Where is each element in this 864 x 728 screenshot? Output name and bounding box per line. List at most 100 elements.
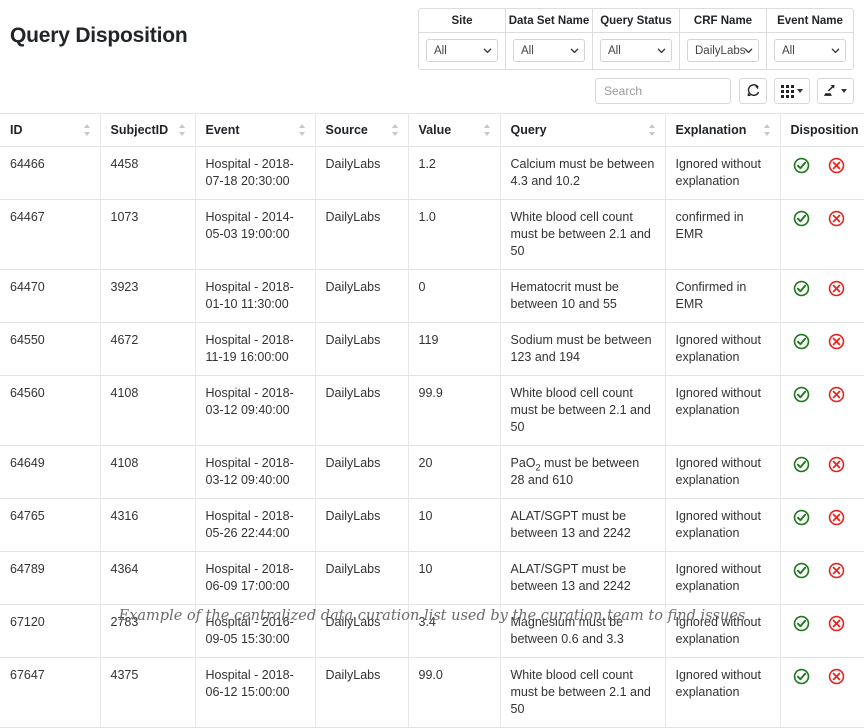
reject-button[interactable] — [828, 157, 845, 174]
column-header-subjectid[interactable]: SubjectID — [100, 113, 196, 147]
cell-source: DailyLabs — [315, 269, 409, 323]
cell-id: 64560 — [0, 375, 101, 446]
reject-button[interactable] — [828, 333, 845, 350]
accept-button[interactable] — [793, 333, 810, 350]
cell-event: Hospital - 2018-11-19 16:00:00 — [195, 322, 316, 376]
filter-select-wrapper: All — [767, 33, 853, 69]
check-circle-icon[interactable] — [793, 668, 810, 685]
table-row: 64550 4672 Hospital - 2018-11-19 16:00:00 D… — [0, 322, 864, 376]
column-header-explanation[interactable]: Explanation — [665, 113, 781, 147]
check-circle-icon[interactable] — [793, 210, 810, 227]
x-circle-icon[interactable] — [828, 668, 845, 685]
filter-column-crf-name: CRF Name DailyLabs — [680, 9, 767, 69]
check-circle-icon[interactable] — [793, 280, 810, 297]
filter-label: CRF Name — [680, 9, 766, 33]
reject-button[interactable] — [828, 210, 845, 227]
column-header-query[interactable]: Query — [500, 113, 666, 147]
reject-button[interactable] — [828, 386, 845, 403]
filter-selected-value: All — [521, 44, 534, 57]
reject-button[interactable] — [828, 668, 845, 685]
table-row: 67647 4375 Hospital - 2018-06-12 15:00:00 D… — [0, 657, 864, 728]
accept-button[interactable] — [793, 456, 810, 473]
column-header-disposition: Disposition — [780, 113, 864, 147]
accept-button[interactable] — [793, 280, 810, 297]
disposition-actions — [793, 508, 855, 526]
table-row: 64467 1073 Hospital - 2014-05-03 19:00:00 D… — [0, 199, 864, 270]
cell-event: Hospital - 2018-01-10 11:30:00 — [195, 269, 316, 323]
disposition-actions — [793, 332, 855, 350]
cell-id: 64649 — [0, 445, 101, 499]
cell-value: 10 — [408, 498, 501, 552]
cell-value: 10 — [408, 551, 501, 605]
chevron-down-icon — [744, 48, 753, 53]
x-circle-icon[interactable] — [828, 509, 845, 526]
reject-button[interactable] — [828, 280, 845, 297]
column-header-event[interactable]: Event — [195, 113, 316, 147]
column-header-value[interactable]: Value — [408, 113, 501, 147]
table-toolbar: refresh-icon — [595, 78, 854, 104]
filter-select-event-name[interactable]: All — [774, 39, 846, 62]
x-circle-icon[interactable] — [828, 456, 845, 473]
filter-selected-value: DailyLabs — [695, 44, 746, 57]
x-circle-icon[interactable] — [828, 157, 845, 174]
reject-button[interactable] — [828, 456, 845, 473]
check-circle-icon[interactable] — [793, 562, 810, 579]
cell-event: Hospital - 2018-06-09 17:00:00 — [195, 551, 316, 605]
filter-select-wrapper: All — [419, 33, 505, 69]
filter-select-wrapper: All — [593, 33, 679, 69]
cell-subject-id: 4364 — [100, 551, 196, 605]
cell-id: 64550 — [0, 322, 101, 376]
x-circle-icon[interactable] — [828, 333, 845, 350]
table-row: 64649 4108 Hospital - 2018-03-12 09:40:00 D… — [0, 445, 864, 499]
search-input[interactable] — [595, 78, 731, 104]
cell-id: 64466 — [0, 146, 101, 200]
check-circle-icon[interactable] — [793, 157, 810, 174]
x-circle-icon[interactable] — [828, 562, 845, 579]
cell-disposition — [780, 551, 864, 605]
check-circle-icon[interactable] — [793, 386, 810, 403]
filter-select-query-status[interactable]: All — [600, 39, 672, 62]
cell-disposition — [780, 657, 864, 728]
accept-button[interactable] — [793, 157, 810, 174]
table-row: 64789 4364 Hospital - 2018-06-09 17:00:00 D… — [0, 551, 864, 605]
accept-button[interactable] — [793, 562, 810, 579]
check-circle-icon[interactable] — [793, 456, 810, 473]
cell-event: Hospital - 2018-07-18 20:30:00 — [195, 146, 316, 200]
cell-event: Hospital - 2018-06-12 15:00:00 — [195, 657, 316, 728]
table-row: 64560 4108 Hospital - 2018-03-12 09:40:00 D… — [0, 375, 864, 446]
cell-event: Hospital - 2014-05-03 19:00:00 — [195, 199, 316, 270]
figure-caption: Example of the centralized data curation… — [118, 608, 746, 624]
cell-subject-id: 4458 — [100, 146, 196, 200]
accept-button[interactable] — [793, 509, 810, 526]
x-circle-icon[interactable] — [828, 210, 845, 227]
column-header-label: Explanation — [675, 123, 747, 137]
query-table-container: ID SubjectID Event Source Value Query Explanat… — [0, 113, 864, 728]
filter-select-data-set-name[interactable]: All — [513, 39, 585, 62]
cell-event: Hospital - 2018-03-12 09:40:00 — [195, 375, 316, 446]
x-circle-icon[interactable] — [828, 386, 845, 403]
accept-button[interactable] — [793, 386, 810, 403]
accept-button[interactable] — [793, 210, 810, 227]
cell-id: 67647 — [0, 657, 101, 728]
check-circle-icon[interactable] — [793, 509, 810, 526]
reject-button[interactable] — [828, 509, 845, 526]
columns-button[interactable] — [774, 78, 810, 104]
column-header-label: Disposition — [790, 123, 859, 137]
x-circle-icon[interactable] — [828, 280, 845, 297]
filter-column-site: Site All — [419, 9, 506, 69]
cell-disposition — [780, 445, 864, 499]
filter-label: Site — [419, 9, 505, 33]
filter-select-crf-name[interactable]: DailyLabs — [687, 39, 759, 62]
export-button[interactable] — [817, 78, 854, 104]
cell-explanation: Ignored without explanation — [665, 551, 781, 605]
column-header-source[interactable]: Source — [315, 113, 409, 147]
column-header-id[interactable]: ID — [0, 113, 101, 147]
check-circle-icon[interactable] — [793, 333, 810, 350]
cell-query: White blood cell count must be between 2… — [500, 657, 666, 728]
refresh-button[interactable]: refresh-icon — [739, 78, 767, 104]
disposition-actions — [793, 279, 855, 297]
cell-id: 64470 — [0, 269, 101, 323]
filter-select-site[interactable]: All — [426, 39, 498, 62]
reject-button[interactable] — [828, 562, 845, 579]
accept-button[interactable] — [793, 668, 810, 685]
